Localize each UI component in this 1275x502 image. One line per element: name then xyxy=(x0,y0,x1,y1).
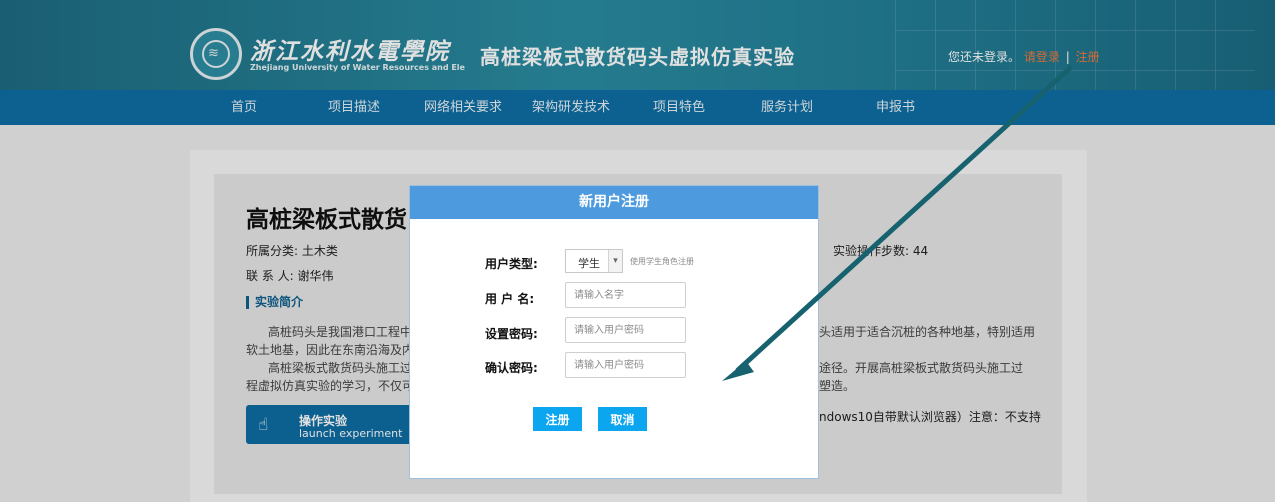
annotation-arrow xyxy=(722,65,1073,381)
